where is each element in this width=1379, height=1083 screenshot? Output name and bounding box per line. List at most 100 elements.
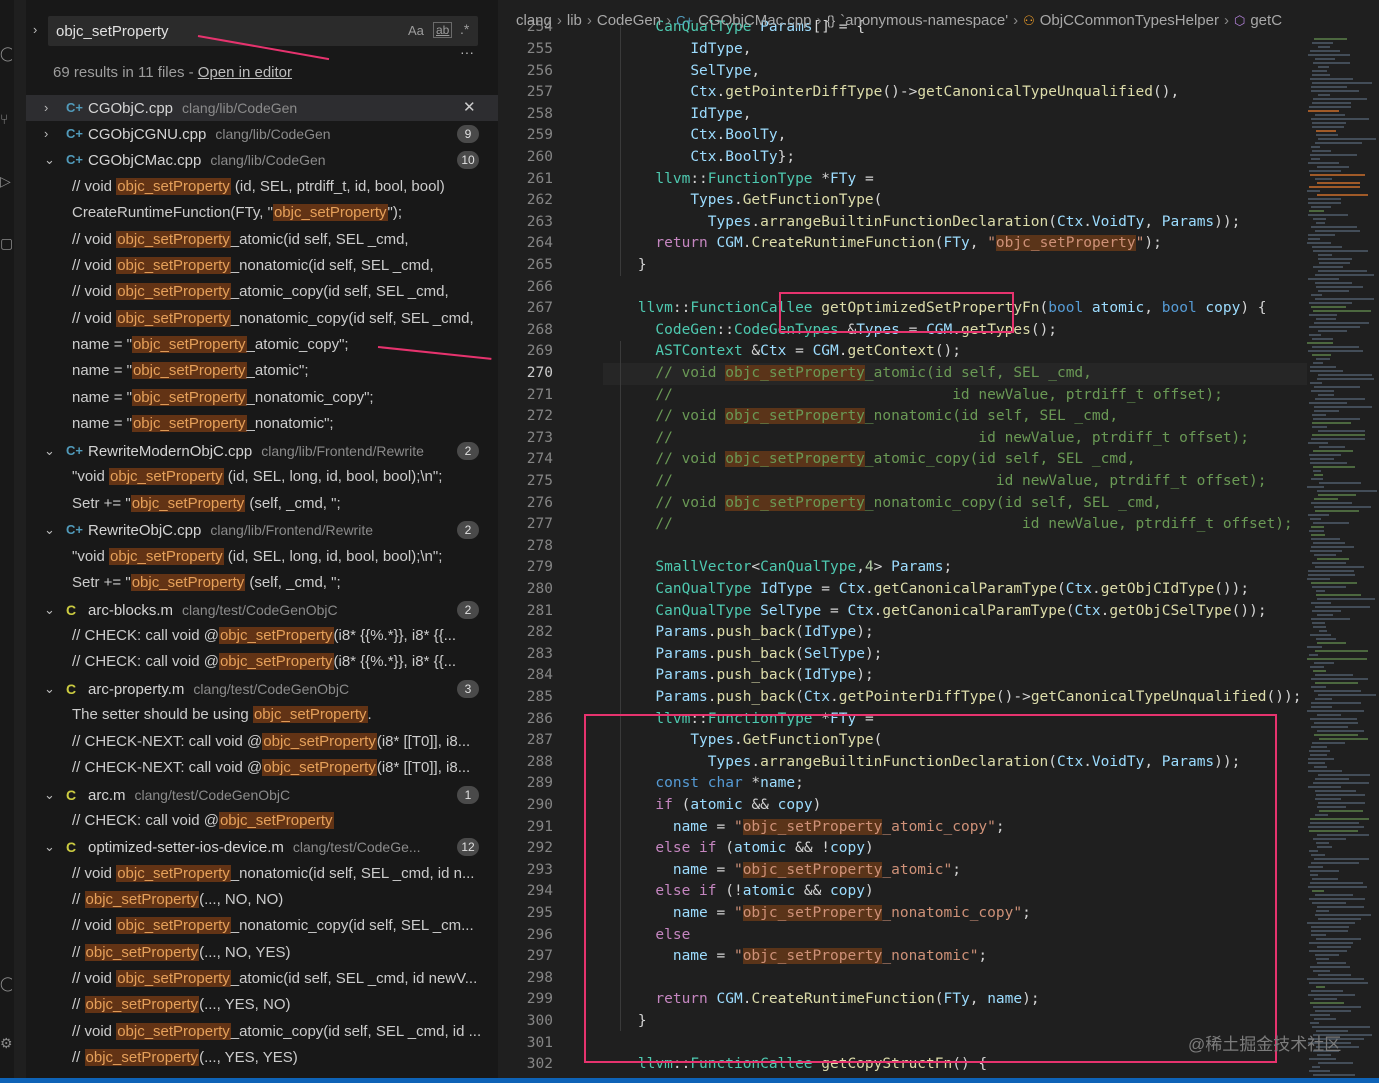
- chevron-right-icon[interactable]: ›: [44, 95, 58, 121]
- result-match-row[interactable]: // void objc_setProperty_nonatomic(id se…: [26, 861, 498, 887]
- result-match-row[interactable]: // objc_setProperty(..., NO, NO): [26, 887, 498, 913]
- code-line[interactable]: CanQualType IdType = Ctx.getCanonicalPar…: [603, 579, 1363, 601]
- run-debug-icon[interactable]: ▷: [0, 172, 12, 190]
- result-match-row[interactable]: // objc_setProperty(..., YES, NO): [26, 992, 498, 1018]
- match-whole-word-toggle[interactable]: ab: [433, 22, 453, 38]
- open-in-editor-link[interactable]: Open in editor: [198, 64, 292, 81]
- match-case-toggle[interactable]: Aa: [408, 23, 424, 38]
- result-match-row[interactable]: // CHECK: call void @objc_setProperty(i8…: [26, 649, 498, 675]
- code-line[interactable]: return CGM.CreateRuntimeFunction(FTy, "o…: [603, 233, 1363, 255]
- code-line[interactable]: else if (atomic && !copy): [603, 838, 1363, 860]
- code-line[interactable]: Types.GetFunctionType(: [603, 730, 1363, 752]
- code-line[interactable]: // void objc_setProperty_atomic_copy(id …: [603, 449, 1363, 471]
- result-file-row[interactable]: ⌄ Carc-blocks.m clang/test/CodeGenObjC 2: [26, 597, 498, 623]
- code-line[interactable]: llvm::FunctionCallee getOptimizedSetProp…: [603, 298, 1363, 320]
- code-line[interactable]: // id newValue, ptrdiff_t offset);: [603, 514, 1363, 536]
- code-line[interactable]: [603, 968, 1363, 990]
- settings-gear-icon[interactable]: ⚙: [0, 1034, 12, 1052]
- chevron-down-icon[interactable]: ⌄: [44, 834, 58, 860]
- code-line[interactable]: IdType,: [603, 104, 1363, 126]
- breadcrumb-item[interactable]: CGObjCMac.cpp: [698, 12, 811, 29]
- result-match-row[interactable]: Setr += "objc_setProperty (self, _cmd, "…: [26, 570, 498, 596]
- code-line[interactable]: name = "objc_setProperty_nonatomic";: [603, 946, 1363, 968]
- result-match-row[interactable]: CreateRuntimeFunction(FTy, "objc_setProp…: [26, 200, 498, 226]
- breadcrumb-item[interactable]: getC: [1250, 12, 1282, 29]
- code-line[interactable]: Params.push_back(SelType);: [603, 644, 1363, 666]
- code-line[interactable]: if (atomic && copy): [603, 795, 1363, 817]
- code-line[interactable]: // void objc_setProperty_nonatomic(id se…: [603, 406, 1363, 428]
- result-file-row[interactable]: ⌄ Carc-property.m clang/test/CodeGenObjC 3: [26, 676, 498, 702]
- code-line[interactable]: Ctx.BoolTy,: [603, 125, 1363, 147]
- use-regex-toggle[interactable]: .*: [460, 21, 469, 37]
- toggle-replace-chevron-icon[interactable]: ›: [33, 22, 37, 37]
- result-match-row[interactable]: // CHECK: call void @objc_setProperty: [26, 808, 498, 834]
- result-match-row[interactable]: // void objc_setProperty_atomic(id self,…: [26, 227, 498, 253]
- code-line[interactable]: // void objc_setProperty_atomic(id self,…: [603, 362, 1363, 385]
- code-line[interactable]: const char *name;: [603, 773, 1363, 795]
- code-line[interactable]: llvm::FunctionType *FTy =: [603, 169, 1363, 191]
- chevron-down-icon[interactable]: ⌄: [44, 782, 58, 808]
- result-match-row[interactable]: // void objc_setProperty_atomic_copy(id …: [26, 279, 498, 305]
- code-line[interactable]: Types.arrangeBuiltinFunctionDeclaration(…: [603, 752, 1363, 774]
- code-line[interactable]: else if (!atomic && copy): [603, 881, 1363, 903]
- result-match-row[interactable]: name = "objc_setProperty_nonatomic_copy"…: [26, 385, 498, 411]
- result-match-row[interactable]: name = "objc_setProperty_nonatomic";: [26, 411, 498, 437]
- breadcrumb-item[interactable]: ObjCCommonTypesHelper: [1040, 12, 1219, 29]
- result-file-row[interactable]: ⌄ Coptimized-setter-ios-device.m clang/tes…: [26, 834, 498, 860]
- result-file-row[interactable]: › C+ CGObjCGNU.cpp clang/lib/CodeGen 9: [26, 121, 498, 147]
- result-match-row[interactable]: // void objc_setProperty_nonatomic_copy(…: [26, 306, 498, 332]
- code-line[interactable]: ASTContext &Ctx = CGM.getContext();: [603, 341, 1363, 363]
- code-line[interactable]: // void objc_setProperty_nonatomic_copy(…: [603, 493, 1363, 515]
- result-file-row[interactable]: ⌄ C+ RewriteModernObjC.cpp clang/lib/Fronte…: [26, 438, 498, 464]
- chevron-down-icon[interactable]: ⌄: [44, 438, 58, 464]
- code-line[interactable]: name = "objc_setProperty_nonatomic_copy"…: [603, 903, 1363, 925]
- minimap[interactable]: [1307, 36, 1379, 1083]
- result-match-row[interactable]: // void objc_setProperty_nonatomic(id se…: [26, 253, 498, 279]
- code-line[interactable]: Params.push_back(Ctx.getPointerDiffType(…: [603, 687, 1363, 709]
- result-match-row[interactable]: // CHECK: call void @objc_setProperty(i8…: [26, 623, 498, 649]
- result-match-row[interactable]: "void objc_setProperty (id, SEL, long, i…: [26, 464, 498, 490]
- chevron-down-icon[interactable]: ⌄: [44, 147, 58, 173]
- chevron-right-icon[interactable]: ›: [44, 121, 58, 147]
- result-match-row[interactable]: // objc_setProperty(..., NO, YES): [26, 940, 498, 966]
- code-line[interactable]: [603, 277, 1363, 299]
- result-match-row[interactable]: The setter should be using objc_setPrope…: [26, 702, 498, 728]
- code-line[interactable]: Ctx.getPointerDiffType()->getCanonicalTy…: [603, 82, 1363, 104]
- code-line[interactable]: CanQualType SelType = Ctx.getCanonicalPa…: [603, 601, 1363, 623]
- more-options-button[interactable]: ···: [460, 44, 474, 60]
- code-line[interactable]: Ctx.BoolTy};: [603, 147, 1363, 169]
- code-line[interactable]: Params.push_back(IdType);: [603, 622, 1363, 644]
- breadcrumb-item[interactable]: `anonymous-namespace': [840, 12, 1008, 29]
- dismiss-close-icon[interactable]: ✕: [463, 95, 476, 121]
- result-match-row[interactable]: // void objc_setProperty_nonatomic_copy(…: [26, 913, 498, 939]
- result-match-row[interactable]: // void objc_setProperty (id, SEL, ptrdi…: [26, 174, 498, 200]
- chevron-down-icon[interactable]: ⌄: [44, 597, 58, 623]
- code-line[interactable]: // id newValue, ptrdiff_t offset);: [603, 428, 1363, 450]
- result-match-row[interactable]: // CHECK-NEXT: call void @objc_setProper…: [26, 729, 498, 755]
- result-match-row[interactable]: Setr += "objc_setProperty (self, _cmd, "…: [26, 491, 498, 517]
- code-line[interactable]: [603, 536, 1363, 558]
- result-match-row[interactable]: name = "objc_setProperty_atomic_copy";: [26, 332, 498, 358]
- code-line[interactable]: Types.arrangeBuiltinFunctionDeclaration(…: [603, 212, 1363, 234]
- result-file-row[interactable]: ⌄ Carc.m clang/test/CodeGenObjC 1: [26, 782, 498, 808]
- code-line[interactable]: Params.push_back(IdType);: [603, 665, 1363, 687]
- chevron-down-icon[interactable]: ⌄: [44, 676, 58, 702]
- code-line[interactable]: llvm::FunctionCallee getCopyStructFn() {: [603, 1054, 1363, 1076]
- result-match-row[interactable]: name = "objc_setProperty_atomic";: [26, 358, 498, 384]
- extensions-icon[interactable]: ▢: [0, 234, 12, 252]
- result-match-row[interactable]: "void objc_setProperty (id, SEL, long, i…: [26, 544, 498, 570]
- result-match-row[interactable]: // CHECK-NEXT: call void @objc_setProper…: [26, 755, 498, 781]
- code-line[interactable]: else: [603, 925, 1363, 947]
- search-icon[interactable]: ◯: [0, 44, 12, 62]
- code-line[interactable]: SmallVector<CanQualType,4> Params;: [603, 557, 1363, 579]
- result-match-row[interactable]: // void objc_setProperty_atomic_copy(id …: [26, 1019, 498, 1045]
- result-match-row[interactable]: // objc_setProperty(..., YES, YES): [26, 1045, 498, 1071]
- breadcrumb-item[interactable]: CodeGen: [597, 12, 661, 29]
- breadcrumb-item[interactable]: clang: [516, 12, 552, 29]
- account-icon[interactable]: ◯: [0, 974, 12, 992]
- source-control-icon[interactable]: ⑂: [0, 110, 12, 128]
- code-line[interactable]: name = "objc_setProperty_atomic_copy";: [603, 817, 1363, 839]
- search-input[interactable]: [56, 22, 386, 40]
- breadcrumb-item[interactable]: lib: [567, 12, 582, 29]
- code-line[interactable]: return CGM.CreateRuntimeFunction(FTy, na…: [603, 989, 1363, 1011]
